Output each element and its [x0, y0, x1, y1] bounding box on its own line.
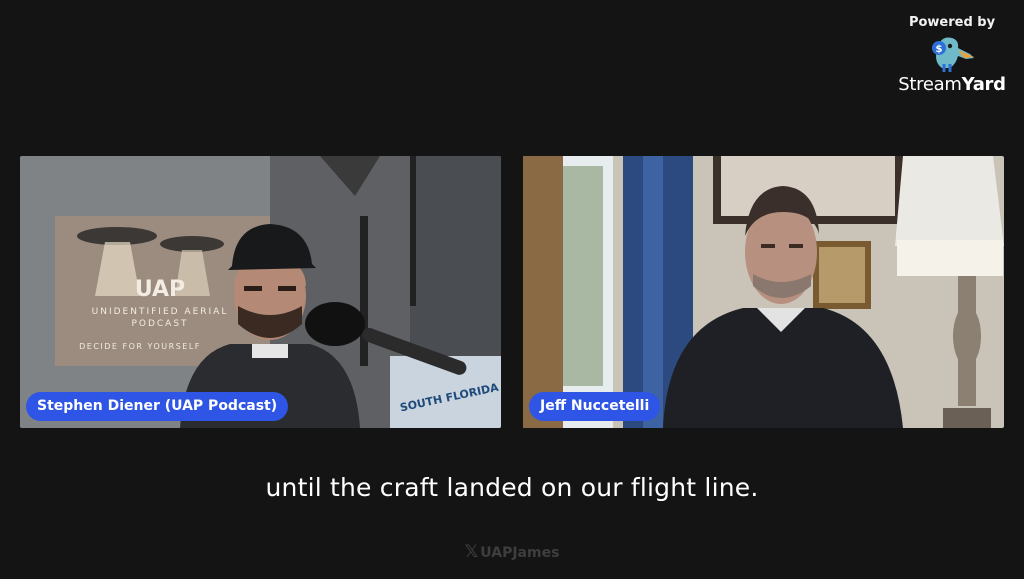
x-logo-icon: 𝕏: [464, 542, 479, 562]
participant-tile-stephen[interactable]: UAP UNIDENTIFIED AERIAL PODCAST DECIDE F…: [20, 156, 501, 428]
participant-name-badge: Jeff Nuccetelli: [529, 392, 661, 421]
streamyard-logo-icon: $: [932, 37, 974, 72]
svg-text:$: $: [936, 44, 943, 55]
watermark-handle: UAPJames: [480, 545, 560, 561]
banner-title: UAP: [135, 277, 185, 302]
banner-podcast: PODCAST: [131, 319, 188, 329]
video-feed-jeff: [523, 156, 1004, 428]
video-feed-stephen: UAP UNIDENTIFIED AERIAL PODCAST DECIDE F…: [20, 156, 501, 428]
subtitle-caption: until the craft landed on our flight lin…: [265, 473, 759, 502]
banner-subtitle: UNIDENTIFIED AERIAL: [92, 307, 229, 317]
participant-tile-jeff[interactable]: Jeff Nuccetelli: [523, 156, 1004, 428]
banner-tagline: DECIDE FOR YOURSELF: [79, 342, 201, 351]
streamyard-wordmark: StreamYard: [898, 74, 1006, 95]
powered-by-label: Powered by: [908, 15, 996, 30]
participant-name-badge: Stephen Diener (UAP Podcast): [26, 392, 289, 421]
branding: Powered by $ StreamYard: [892, 15, 1012, 95]
watermark: 𝕏 UAPJames: [0, 542, 1024, 562]
